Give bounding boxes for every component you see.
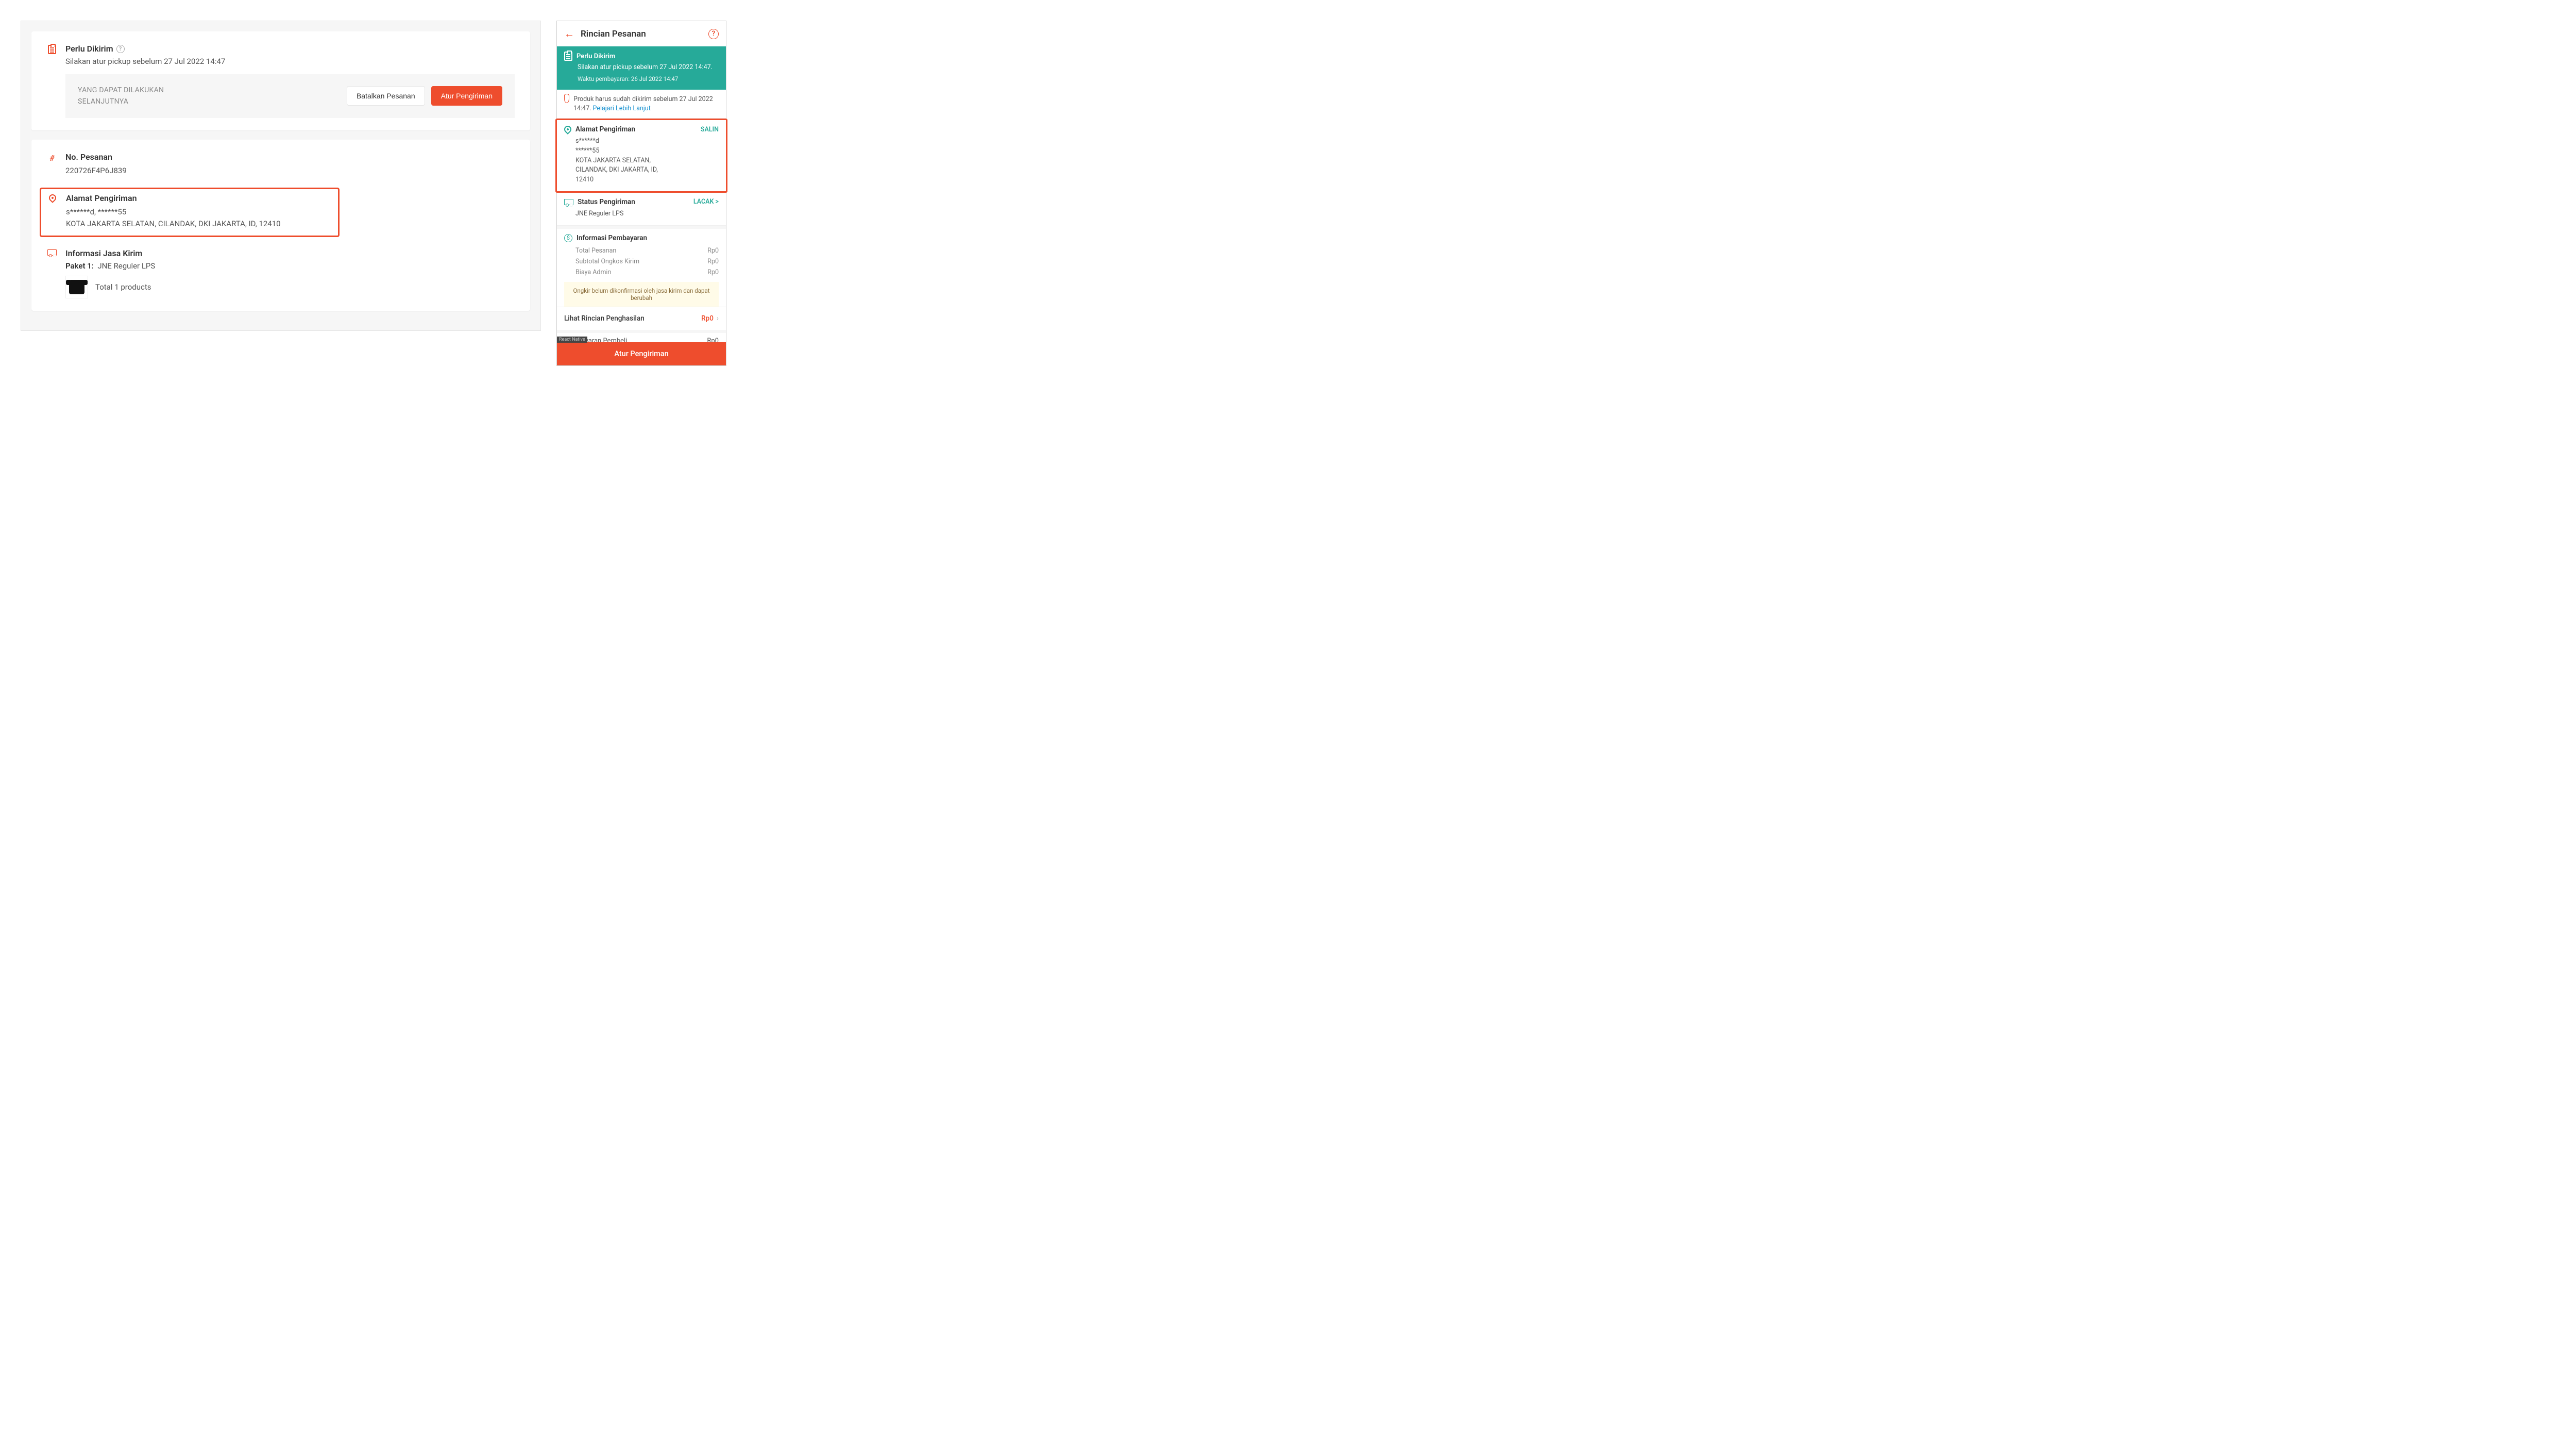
clipboard-icon [564, 52, 572, 61]
copy-address-button[interactable]: SALIN [701, 126, 719, 133]
addr-line-name: s******d [575, 137, 719, 146]
tshirt-icon [69, 280, 84, 294]
product-thumbnail [65, 276, 88, 298]
package-label: Paket 1: [65, 261, 94, 271]
addr-line-city: KOTA JAKARTA SELATAN, [575, 156, 719, 166]
income-label: Lihat Rincian Penghasilan [564, 314, 645, 323]
learn-more-link[interactable]: Pelajari Lebih Lanjut [593, 105, 651, 112]
order-details-card: # No. Pesanan 220726F4P6J839 Alamat Peng… [31, 140, 530, 311]
shipping-status-title: Status Pengiriman [578, 198, 689, 206]
help-icon[interactable]: ? [116, 45, 125, 53]
status-title: Perlu Dikirim [65, 44, 113, 54]
pin-icon [47, 193, 58, 203]
track-button[interactable]: LACAK > [693, 198, 719, 206]
truck-icon [564, 199, 573, 205]
mobile-deadline-notice: Produk harus sudah dikirim sebelum 27 Ju… [557, 90, 726, 119]
next-action-label: YANG DAPAT DILAKUKAN SELANJUTNYA [78, 85, 164, 108]
mobile-shipping-status: Status Pengiriman LACAK > JNE Reguler LP… [557, 193, 726, 226]
shipping-address-highlight: Alamat Pengiriman s******d, ******55 KOT… [40, 188, 340, 237]
arrange-shipment-button[interactable]: Atur Pengiriman [431, 86, 502, 106]
payment-row: Total Pesanan Rp0 [564, 245, 719, 256]
order-number-title: No. Pesanan [65, 152, 515, 162]
mobile-page-title: Rincian Pesanan [581, 29, 702, 39]
chevron-right-icon: › [717, 314, 719, 323]
mobile-status-banner: Perlu Dikirim Silakan atur pickup sebelu… [557, 46, 726, 90]
hash-icon: # [49, 153, 54, 163]
clipboard-icon [48, 45, 56, 54]
help-icon[interactable]: ? [708, 29, 719, 39]
back-icon[interactable]: ← [564, 27, 574, 40]
payment-row-label: Total Pesanan [575, 247, 616, 255]
payment-row: Subtotal Ongkos Kirim Rp0 [564, 256, 719, 267]
mobile-status-line1: Silakan atur pickup sebelum 27 Jul 2022 … [578, 63, 719, 73]
shipping-address-title: Alamat Pengiriman [66, 193, 332, 203]
truck-icon [47, 249, 57, 256]
react-native-badge: React Native [557, 337, 587, 343]
dollar-icon: $ [564, 234, 572, 242]
courier-info-title: Informasi Jasa Kirim [65, 248, 515, 258]
shipping-courier-name: JNE Reguler LPS [575, 209, 719, 219]
payment-info-title: Informasi Pembayaran [577, 234, 719, 242]
status-card: Perlu Dikirim ? Silakan atur pickup sebe… [31, 31, 530, 130]
mobile-address-title: Alamat Pengiriman [575, 125, 697, 133]
next-action-box: YANG DAPAT DILAKUKAN SELANJUTNYA Batalka… [65, 74, 515, 118]
status-subtitle: Silakan atur pickup sebelum 27 Jul 2022 … [65, 57, 515, 66]
addr-line-region: CILANDAK, DKI JAKARTA, ID, [575, 165, 719, 175]
total-products-label: Total 1 products [95, 281, 151, 293]
mobile-arrange-shipment-button[interactable]: Atur Pengiriman [557, 342, 726, 365]
income-details-row[interactable]: Lihat Rincian Penghasilan Rp0 › [557, 307, 726, 333]
income-value: Rp0 [701, 314, 714, 323]
mobile-payment-info: $ Informasi Pembayaran Total PesananRp0S… [557, 229, 726, 307]
mobile-status-title: Perlu Dikirim [577, 53, 615, 60]
mobile-order-panel: ← Rincian Pesanan ? Perlu Dikirim Silaka… [556, 21, 726, 366]
payment-row-label: Biaya Admin [575, 269, 611, 276]
order-number-value: 220726F4P6J839 [65, 165, 515, 177]
payment-row-label: Subtotal Ongkos Kirim [575, 258, 639, 265]
mobile-header: ← Rincian Pesanan ? [557, 21, 726, 46]
payment-row-value: Rp0 [707, 258, 719, 265]
addr-line-phone: ******55 [575, 146, 719, 156]
shipping-address-full: KOTA JAKARTA SELATAN, CILANDAK, DKI JAKA… [66, 218, 332, 230]
package-courier-name: JNE Reguler LPS [97, 261, 155, 271]
shield-icon [564, 95, 569, 103]
pin-icon [563, 124, 573, 135]
mobile-address-highlight: Alamat Pengiriman SALIN s******d ******5… [555, 119, 727, 193]
shipping-address-recipient: s******d, ******55 [66, 206, 332, 218]
payment-row: Biaya Admin Rp0 [564, 267, 719, 278]
mobile-status-line2: Waktu pembayaran: 26 Jul 2022 14:47 [578, 75, 719, 83]
shipping-fee-warning: Ongkir belum dikonfirmasi oleh jasa kiri… [564, 282, 719, 307]
payment-row-value: Rp0 [707, 247, 719, 255]
cancel-order-button[interactable]: Batalkan Pesanan [347, 86, 425, 106]
payment-row-value: Rp0 [707, 269, 719, 276]
product-row: Total 1 products [65, 276, 515, 298]
desktop-order-panel: Perlu Dikirim ? Silakan atur pickup sebe… [21, 21, 541, 331]
addr-line-postcode: 12410 [575, 175, 719, 185]
